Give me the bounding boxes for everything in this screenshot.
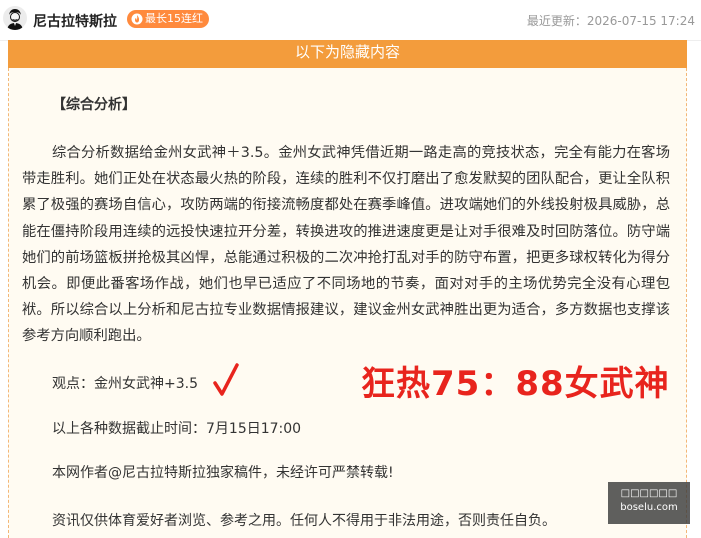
last-updated: 最近更新：2026-07-15 17:24	[526, 14, 695, 28]
site-watermark: □□□□□□ boselu.com	[608, 482, 690, 524]
flame-icon	[131, 13, 143, 25]
watermark-line-2: boselu.com	[620, 502, 678, 513]
author-name[interactable]: 尼古拉特斯拉	[33, 11, 117, 31]
check-mark-icon	[213, 363, 239, 396]
streak-badge-label: 最长15连红	[145, 12, 203, 25]
watermark-line-1: □□□□□□	[620, 488, 678, 499]
section-title: 【综合分析】	[52, 97, 136, 113]
hidden-content-banner: 以下为隐藏内容	[8, 40, 687, 68]
avatar-portrait-icon	[3, 6, 27, 30]
top-bar: 尼古拉特斯拉 最长15连红 最近更新：2026-07-15 17:24	[0, 0, 701, 41]
viewpoint-text: 观点：金州女武神+3.5	[52, 376, 198, 392]
disclaimer-text: 资讯仅供体育爱好者浏览、参考之用。任何人不得用于非法用途，否则责任自负。	[52, 513, 556, 529]
streak-badge: 最长15连红	[127, 10, 209, 28]
score-prediction: 狂热75：88女武神	[361, 364, 670, 404]
copyright-notice: 本网作者@尼古拉特斯拉独家稿件，未经许可严禁转载!	[52, 465, 394, 481]
analysis-paragraph: 综合分析数据给金州女武神＋3.5。金州女武神凭借近期一路走高的竞技状态，完全有能…	[22, 145, 670, 345]
author-avatar[interactable]	[3, 6, 27, 30]
data-cutoff-text: 以上各种数据截止时间：7月15日17:00	[52, 421, 302, 437]
